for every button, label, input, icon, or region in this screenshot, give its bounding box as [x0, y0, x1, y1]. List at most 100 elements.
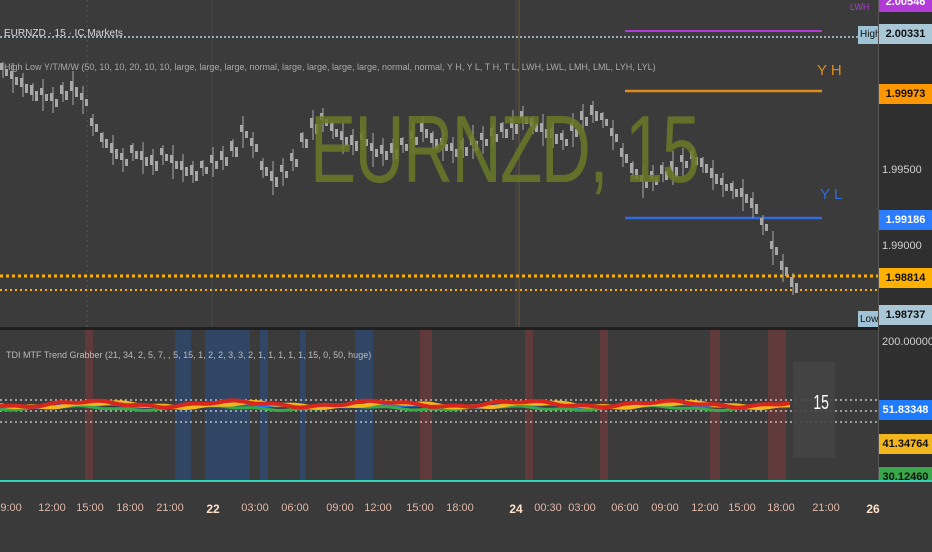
price-chart-pane[interactable]: EURNZD · 15 · IC Markets High Low Y/T/M/…	[0, 0, 878, 327]
candle-body	[230, 141, 233, 151]
candle-body	[90, 118, 93, 126]
candle-body	[70, 81, 73, 91]
candle-body	[725, 184, 728, 191]
time-axis-label: 15:00	[406, 502, 434, 514]
candle-body	[285, 171, 288, 178]
candle-body	[30, 85, 33, 95]
low-side-tag: Low	[858, 311, 878, 327]
candle-body	[750, 198, 753, 208]
candle-body	[275, 177, 278, 187]
candle-body	[65, 91, 68, 100]
candle-body	[700, 158, 703, 167]
candle-body	[730, 183, 733, 191]
yesterday-low-price-tag: 1.99186	[879, 210, 932, 230]
candle-body	[215, 161, 218, 169]
candle-body	[0, 63, 3, 70]
candle-body	[305, 139, 308, 148]
time-axis-label: 12:00	[364, 502, 392, 514]
time-axis-label: 15:00	[76, 502, 104, 514]
time-axis-label: 18:00	[446, 502, 474, 514]
time-axis-label: 21:00	[156, 502, 184, 514]
time-axis-label: 00:30	[534, 502, 562, 514]
price-tick: 1.99000	[882, 240, 922, 252]
time-axis-label: 09:00	[326, 502, 354, 514]
time-axis-label: 26	[866, 502, 880, 516]
time-axis[interactable]: 09:00 12:00 15:00 18:00 21:00 22 03:00 06:00 09:…	[0, 480, 932, 552]
candle-body	[155, 161, 158, 171]
time-axis-label: 12:00	[38, 502, 66, 514]
candle-body	[765, 224, 768, 231]
candle-body	[140, 151, 143, 160]
candle-body	[185, 167, 188, 176]
time-axis-label: 09:00	[651, 502, 679, 514]
candle-body	[210, 155, 213, 163]
yesterday-high-price-tag: 1.99973	[879, 84, 932, 104]
candle-body	[720, 178, 723, 185]
candle-body	[735, 189, 738, 197]
candle-body	[125, 159, 128, 166]
time-axis-label: 21:00	[812, 502, 840, 514]
candle-body	[20, 78, 23, 87]
candle-body	[265, 167, 268, 176]
indicator-pane[interactable]: TDI MTF Trend Grabber (21, 34, 2, 5, 7, …	[0, 330, 878, 480]
current-price-tag: 1.98814	[879, 268, 932, 288]
candle-body	[100, 133, 103, 142]
timeframe-label: 15	[813, 392, 829, 414]
candle-body	[40, 88, 43, 95]
candle-body	[255, 144, 258, 152]
candle-body	[60, 85, 63, 94]
candle-body	[740, 188, 743, 197]
candle-body	[785, 267, 788, 276]
time-axis-label: 06:00	[611, 502, 639, 514]
candle-body	[280, 165, 283, 172]
time-axis-label: 12:00	[691, 502, 719, 514]
yesterday-high-label: Y H	[817, 62, 842, 79]
candle-body	[205, 167, 208, 174]
candle-body	[115, 149, 118, 159]
candle-body	[295, 159, 298, 167]
candle-body	[195, 171, 198, 181]
candle-body	[780, 261, 783, 270]
candle-body	[95, 124, 98, 132]
tdi-indicator-legend[interactable]: TDI MTF Trend Grabber (21, 34, 2, 5, 7, …	[6, 350, 371, 360]
candle-body	[710, 168, 713, 178]
time-axis-label: 03:00	[568, 502, 596, 514]
candle-body	[15, 77, 18, 85]
candle-body	[130, 145, 133, 153]
candle-body	[85, 99, 88, 106]
time-axis-label: 06:00	[281, 502, 309, 514]
candle-body	[120, 153, 123, 160]
candle-body	[745, 194, 748, 203]
yesterday-low-label: Y L	[820, 186, 843, 203]
candle-body	[180, 161, 183, 170]
candle-body	[10, 71, 13, 79]
candle-body	[245, 131, 248, 138]
time-axis-label: 18:00	[767, 502, 795, 514]
lwh-tag: LWH	[850, 2, 870, 12]
tdi-lines	[0, 398, 791, 413]
candle-body	[165, 154, 168, 161]
candle-body	[795, 283, 798, 293]
time-axis-label: 03:00	[241, 502, 269, 514]
candle-body	[50, 93, 53, 101]
candle-body	[110, 143, 113, 153]
high-low-indicator-legend[interactable]: High Low Y/T/M/W (50, 10, 10, 20, 10, 10…	[4, 62, 656, 72]
candle-body	[200, 161, 203, 168]
candle-body	[35, 91, 38, 101]
candle-body	[190, 165, 193, 175]
candle-body	[755, 204, 758, 214]
candle-body	[220, 151, 223, 160]
candle-body	[235, 147, 238, 157]
candle-body	[775, 247, 778, 255]
candle-body	[45, 94, 48, 101]
candle-body	[225, 157, 228, 166]
candle-body	[75, 87, 78, 97]
candle-body	[705, 164, 708, 173]
candle-body	[80, 93, 83, 100]
tdi-green-value-tag: 30.12460	[879, 467, 932, 480]
low-price-tag: 1.98737	[879, 305, 932, 325]
candle-body	[170, 155, 173, 163]
candle-body	[300, 133, 303, 142]
candle-body	[145, 157, 148, 166]
symbol-title[interactable]: EURNZD · 15 · IC Markets	[4, 28, 123, 39]
